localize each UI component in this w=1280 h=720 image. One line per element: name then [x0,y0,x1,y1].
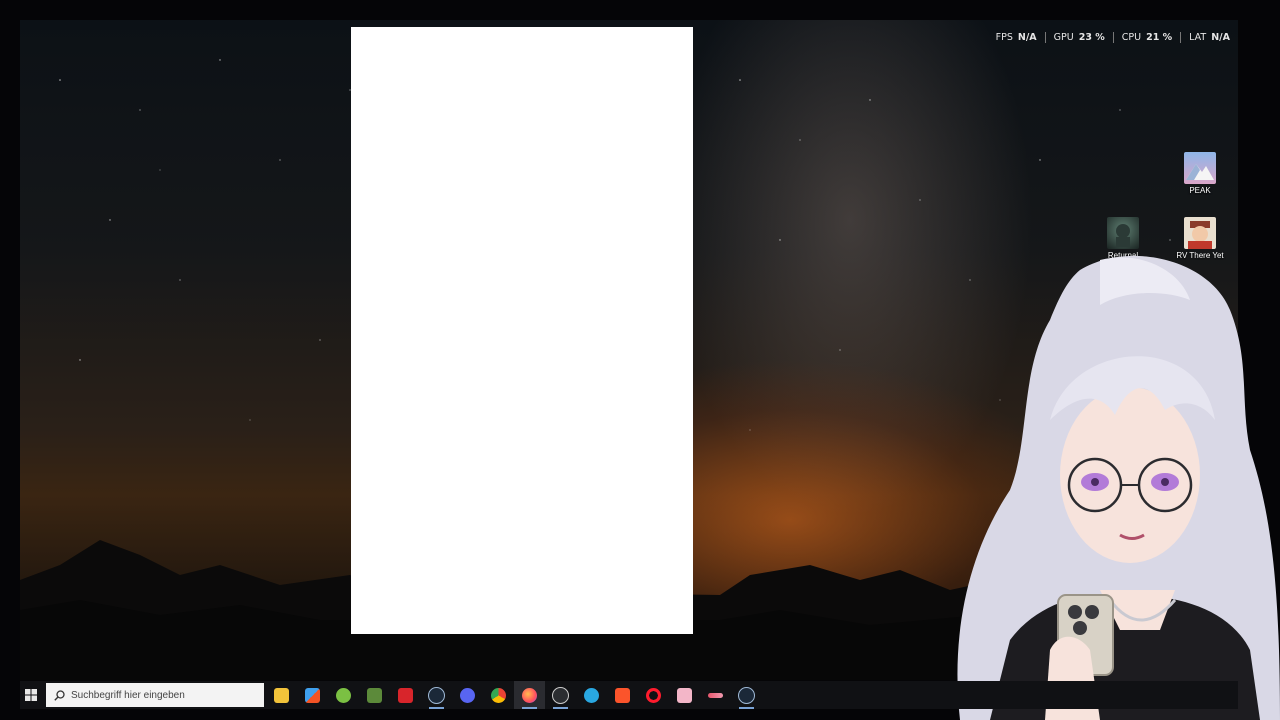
taskbar-discord[interactable] [452,681,483,709]
taskbar-app-sync[interactable] [576,681,607,709]
opera-icon [646,687,661,703]
folder-icon [274,687,289,703]
desktop-icon-peak[interactable]: PEAK [1172,152,1228,195]
vtuber-avatar-overlay [957,255,1280,720]
taskbar-vr-app[interactable] [390,681,421,709]
rv-there-yet-icon [1184,217,1216,249]
taskbar-brave[interactable] [607,681,638,709]
running-indicator [522,707,537,709]
lat-label: LAT [1189,31,1207,43]
windows-icon [25,689,37,701]
gpu-value: 23 % [1078,31,1105,43]
returnal-icon [1107,217,1139,249]
store-icon [305,687,320,703]
gpu-readout: GPU 23 % [1046,32,1113,43]
start-button[interactable] [20,681,42,709]
taskbar-anime-app[interactable] [669,681,700,709]
search-placeholder: Suchbegriff hier eingeben [71,689,185,701]
gpu-label: GPU [1053,31,1074,43]
taskbar: Suchbegriff hier eingeben [20,681,1238,709]
peak-icon [1184,152,1216,184]
discord-icon [460,687,475,703]
cpu-readout: CPU 21 % [1114,32,1180,43]
taskbar-steam[interactable] [421,681,452,709]
desktop-icon-label: PEAK [1189,186,1211,195]
taskbar-minecraft[interactable] [359,681,390,709]
taskbar-opera[interactable] [638,681,669,709]
running-indicator [739,707,754,709]
taskbar-firefox[interactable] [514,681,545,709]
taskbar-chrome[interactable] [483,681,514,709]
android-icon [336,687,351,703]
cpu-value: 21 % [1146,31,1173,43]
firefox-icon [522,687,537,703]
latency-readout: LAT N/A [1181,32,1238,43]
fps-readout: FPS N/A [988,32,1045,43]
vr-app-icon [398,687,413,703]
steam-icon [428,686,445,704]
running-indicator [553,707,568,709]
performance-overlay: FPS N/A GPU 23 % CPU 21 % LAT N/A [988,30,1238,44]
lat-value: N/A [1211,31,1230,43]
fps-label: FPS [995,31,1013,43]
steam-icon [738,686,755,704]
cpu-label: CPU [1121,31,1142,43]
chat-app-icon [708,692,723,698]
sync-icon [584,687,599,703]
taskbar-speedtest[interactable] [545,681,576,709]
taskbar-microsoft-store[interactable] [297,681,328,709]
fps-value: N/A [1017,31,1037,43]
taskbar-android-app[interactable] [328,681,359,709]
brave-lion-icon [615,687,630,703]
search-icon [54,689,65,701]
taskbar-steam-2[interactable] [731,681,762,709]
chrome-icon [491,687,506,703]
taskbar-chat-app[interactable] [700,681,731,709]
blank-white-window[interactable] [351,27,693,634]
speedometer-icon [552,686,569,704]
anime-app-icon [677,687,692,703]
taskbar-search-box[interactable]: Suchbegriff hier eingeben [46,683,264,707]
taskbar-file-explorer[interactable] [266,681,297,709]
running-indicator [429,707,444,709]
minecraft-icon [367,687,382,703]
